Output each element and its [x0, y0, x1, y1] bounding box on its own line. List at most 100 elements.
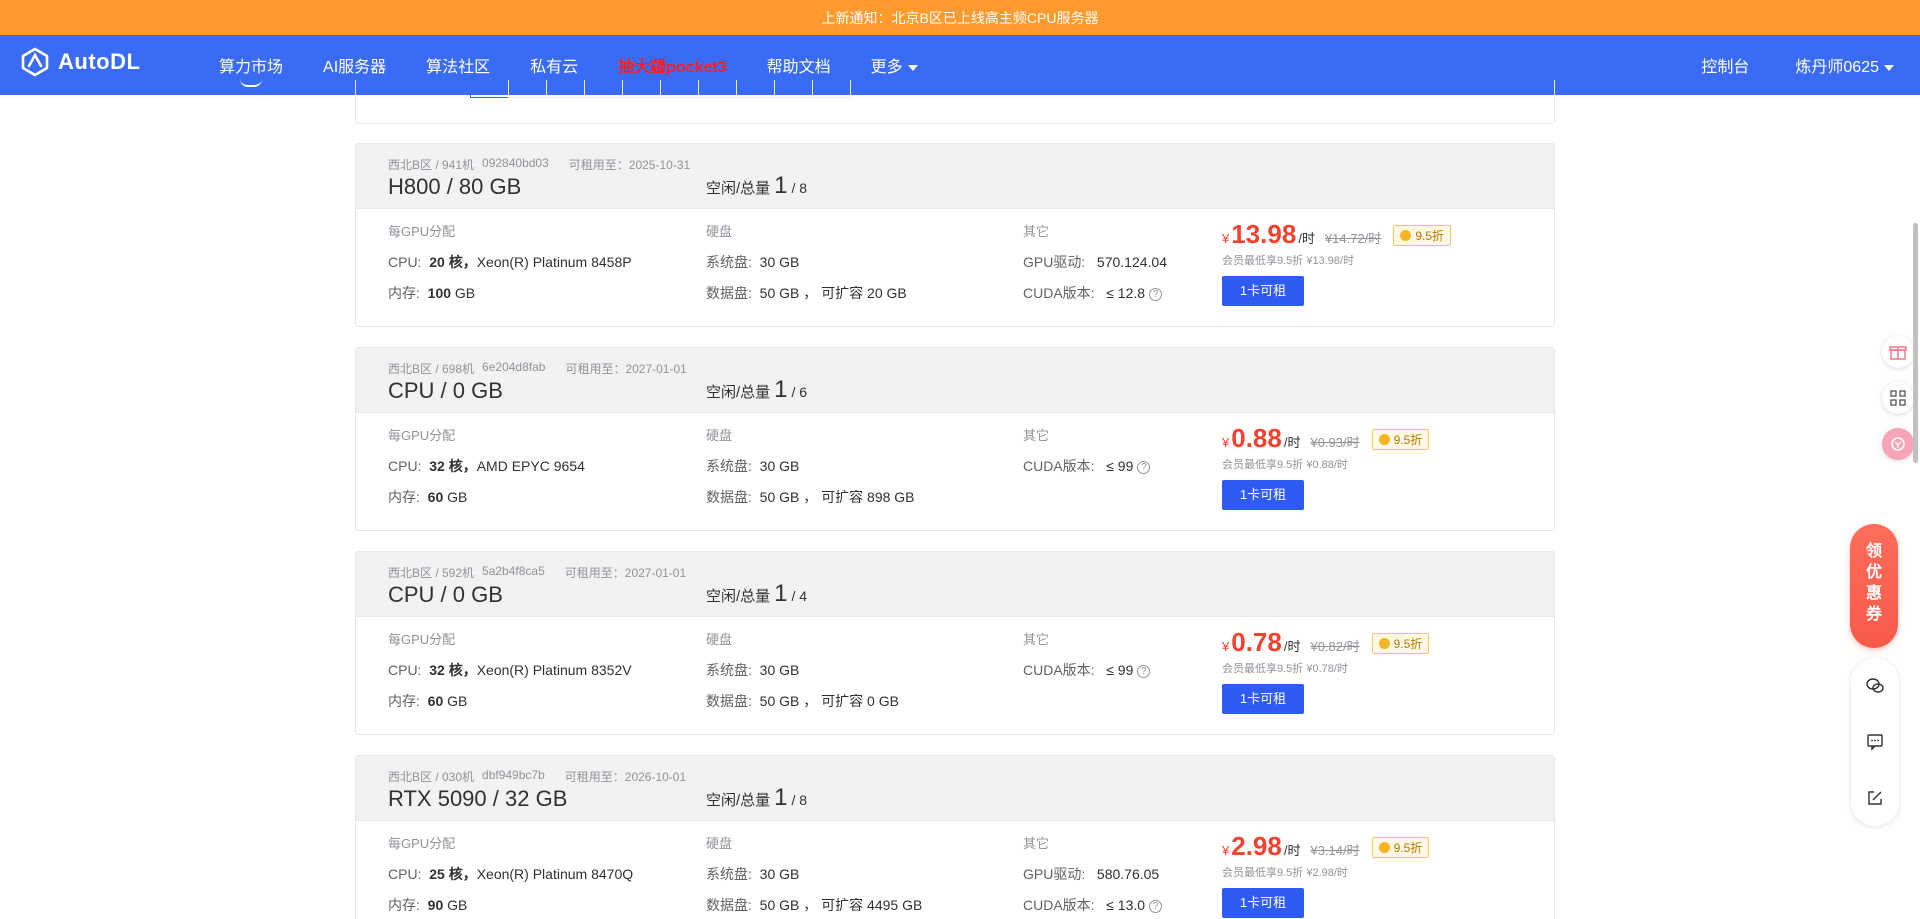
message-icon[interactable] — [1851, 714, 1899, 770]
nav-item-ai-server[interactable]: AI服务器 — [323, 53, 386, 77]
machine-id: dbf949bc7b — [482, 768, 545, 782]
sys-disk-label: 系统盘: — [706, 458, 752, 474]
nav-item-dji-pocket3[interactable]: 抽大疆pocket3 — [618, 53, 726, 77]
cpu-label: CPU: — [388, 254, 422, 270]
expand-label: 可扩容 — [821, 489, 864, 505]
yen-symbol: ¥ — [1222, 435, 1230, 450]
per-gpu-label: 每GPU分配 — [388, 632, 456, 647]
cpu-row: CPU: 25 核，Xeon(R) Platinum 8470Q — [388, 864, 633, 884]
machine-meta: 西北B区 / 030机 dbf949bc7b 可租用至：2026-10-01 — [388, 768, 686, 785]
card-header: 西北B区 / 592机 5a2b4f8ca5 可租用至：2027-01-01 C… — [356, 552, 1554, 617]
notice-text[interactable]: 上新通知：北京B区已上线高主频CPU服务器 — [822, 8, 1099, 28]
machine-region: 西北B区 / 030机 — [388, 770, 475, 784]
nav-item-compute-market[interactable]: 算力市场 — [219, 53, 283, 87]
user-menu[interactable]: 炼丹师0625 — [1795, 53, 1894, 77]
nav-item-help-docs[interactable]: 帮助文档 — [767, 53, 831, 77]
rent-button[interactable]: 1卡可租 — [1222, 480, 1304, 510]
help-icon[interactable]: ? — [1149, 899, 1163, 913]
cuda-row: CUDA版本: ≤ 99? — [1023, 660, 1151, 680]
discount-badge: 9.5折 — [1393, 225, 1451, 246]
rent-button[interactable]: 1卡可租 — [1222, 888, 1304, 918]
machine-meta: 西北B区 / 592机 5a2b4f8ca5 可租用至：2027-01-01 — [388, 564, 686, 581]
grid-apps-icon[interactable] — [1882, 382, 1914, 414]
total-count: / 8 — [791, 180, 808, 196]
grid-cell[interactable] — [812, 80, 851, 98]
price-column: ¥ 0.78 /时 ¥0.82/时 9.5折 会员最低享9.5折 ¥0.78/时… — [1222, 627, 1430, 714]
page-scrollbar[interactable] — [1913, 223, 1918, 463]
data-disk-value: 50 GB ， — [759, 285, 818, 301]
nav-item-algorithm-community[interactable]: 算法社区 — [426, 53, 490, 77]
grid-cell[interactable] — [470, 80, 509, 98]
other-column: 其它 CUDA版本: ≤ 99? — [1023, 425, 1151, 487]
wechat-icon[interactable] — [1851, 658, 1899, 714]
cuda-label: CUDA版本: — [1023, 897, 1095, 913]
data-disk-row: 数据盘: 50 GB ， 可扩容 4495 GB — [706, 895, 922, 915]
cuda-label: CUDA版本: — [1023, 458, 1095, 474]
rent-button[interactable]: 1卡可租 — [1222, 684, 1304, 714]
data-disk-value: 50 GB ， — [759, 693, 818, 709]
driver-label: GPU驱动: — [1023, 254, 1086, 270]
nav-item-private-cloud[interactable]: 私有云 — [530, 53, 578, 77]
notice-banner[interactable]: 上新通知：北京B区已上线高主频CPU服务器 — [0, 0, 1920, 35]
grid-cell[interactable] — [584, 80, 623, 98]
price-unit: /时 — [1283, 843, 1301, 858]
idle-total: 空闲/总量 1/ 8 — [706, 172, 807, 200]
sale-icon[interactable] — [1882, 428, 1914, 460]
data-disk-row: 数据盘: 50 GB ， 可扩容 20 GB — [706, 283, 907, 303]
coupon-label: 领优惠券 — [1865, 543, 1882, 623]
help-icon[interactable]: ? — [1137, 664, 1151, 678]
original-price: ¥3.14/时 — [1310, 843, 1360, 858]
cpu-model: Xeon(R) Platinum 8352V — [476, 662, 632, 678]
coupon-pill[interactable]: 领优惠券 — [1850, 524, 1898, 648]
sys-disk-value: 30 GB — [759, 662, 800, 678]
nav-item-more[interactable]: 更多 — [871, 53, 918, 77]
help-icon[interactable]: ? — [1137, 460, 1151, 474]
discount-text: 9.5折 — [1415, 229, 1444, 243]
expand-value: 4495 GB — [863, 897, 923, 913]
grid-cell[interactable] — [546, 80, 585, 98]
sys-disk-row: 系统盘: 30 GB — [706, 660, 899, 680]
console-link[interactable]: 控制台 — [1701, 53, 1749, 77]
coin-icon — [1378, 434, 1390, 445]
cuda-value: ≤ 12.8 — [1106, 285, 1146, 301]
grid-cell[interactable] — [774, 80, 813, 98]
mem-unit: GB — [443, 489, 468, 505]
sys-disk-value: 30 GB — [759, 254, 800, 270]
mem-unit: GB — [451, 285, 476, 301]
card-header: 西北B区 / 941机 092840bd03 可租用至：2025-10-31 H… — [356, 144, 1554, 209]
disk-label: 硬盘 — [706, 428, 733, 443]
yen-symbol: ¥ — [1222, 231, 1230, 246]
price-line: ¥ 2.98 /时 ¥3.14/时 9.5折 — [1222, 831, 1430, 862]
cpu-row: CPU: 20 核，Xeon(R) Platinum 8458P — [388, 252, 632, 272]
sys-disk-value: 30 GB — [759, 866, 800, 882]
data-disk-label: 数据盘: — [706, 693, 752, 709]
other-label: 其它 — [1023, 428, 1050, 443]
grid-cell[interactable] — [508, 80, 547, 98]
help-icon[interactable]: ? — [1149, 287, 1163, 301]
yen-symbol: ¥ — [1222, 639, 1230, 654]
disk-label: 硬盘 — [706, 224, 733, 239]
rent-button[interactable]: 1卡可租 — [1222, 276, 1304, 306]
data-disk-label: 数据盘: — [706, 489, 752, 505]
cpu-model: Xeon(R) Platinum 8470Q — [476, 866, 634, 882]
cpu-cores: 32 核， — [429, 662, 477, 678]
mem-unit: GB — [443, 693, 468, 709]
cpu-cores: 32 核， — [429, 458, 477, 474]
other-label: 其它 — [1023, 632, 1050, 647]
price-value: 13.98 — [1231, 219, 1297, 249]
user-name: 炼丹师0625 — [1795, 59, 1879, 76]
edit-feedback-icon[interactable] — [1851, 770, 1899, 826]
data-disk-label: 数据盘: — [706, 897, 752, 913]
grid-cell[interactable] — [660, 80, 699, 98]
gift-icon[interactable] — [1882, 336, 1914, 368]
grid-cell[interactable] — [736, 80, 775, 98]
grid-cell[interactable] — [698, 80, 737, 98]
machine-card: 西北B区 / 592机 5a2b4f8ca5 可租用至：2027-01-01 C… — [355, 551, 1555, 735]
brand-logo[interactable]: AutoDL — [20, 47, 140, 77]
grid-cell[interactable] — [622, 80, 661, 98]
data-disk-label: 数据盘: — [706, 285, 752, 301]
cuda-label: CUDA版本: — [1023, 662, 1095, 678]
rent-until: 可租用至：2027-01-01 — [565, 362, 687, 376]
price-unit: /时 — [1298, 231, 1315, 246]
machine-card: 西北B区 / 941机 092840bd03 可租用至：2025-10-31 H… — [355, 143, 1555, 327]
